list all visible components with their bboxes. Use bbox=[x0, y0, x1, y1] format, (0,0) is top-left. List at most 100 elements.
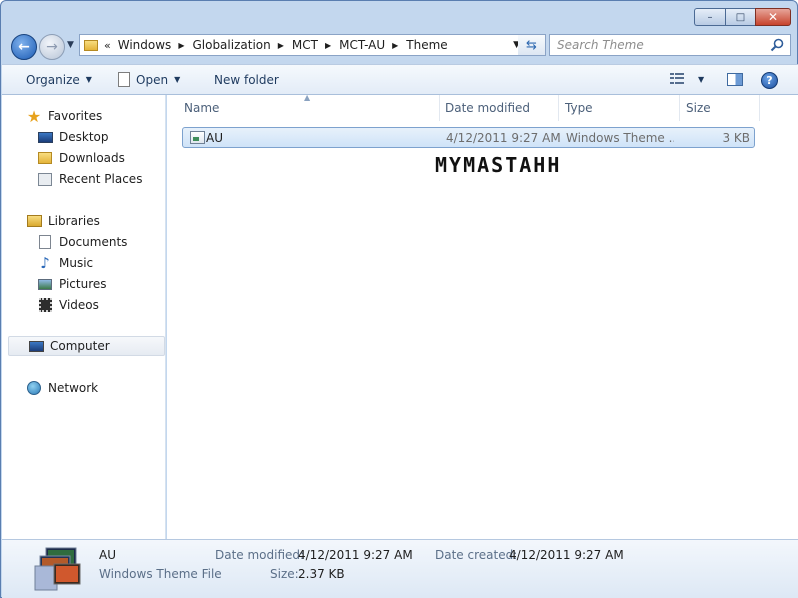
details-modified-value: 4/12/2011 9:27 AM bbox=[298, 548, 413, 562]
sidebar-item-libraries[interactable]: Libraries bbox=[26, 211, 100, 231]
sidebar-label: Network bbox=[48, 381, 99, 395]
sidebar-item-downloads[interactable]: Downloads bbox=[37, 148, 125, 168]
maximize-button[interactable]: □ bbox=[725, 8, 755, 26]
recent-places-icon bbox=[37, 171, 53, 187]
refresh-button[interactable]: ⇆ bbox=[518, 34, 546, 56]
details-size-value: 2.37 KB bbox=[298, 567, 345, 581]
navigation-pane: ★ Favorites Desktop Downloads Recent Pla… bbox=[2, 95, 166, 539]
column-header-size[interactable]: Size bbox=[680, 95, 760, 121]
document-icon bbox=[118, 72, 130, 87]
sidebar-label: Desktop bbox=[59, 130, 109, 144]
theme-thumbnail-icon bbox=[34, 547, 81, 591]
file-type: Windows Theme ... bbox=[566, 130, 674, 145]
sidebar-label: Recent Places bbox=[59, 172, 143, 186]
breadcrumb-arrow-icon[interactable]: ▶ bbox=[178, 41, 184, 50]
sidebar-item-recent-places[interactable]: Recent Places bbox=[37, 169, 142, 189]
breadcrumb-mct-au[interactable]: MCT-AU ▶ bbox=[339, 38, 406, 52]
organize-button[interactable]: Organize ▼ bbox=[26, 65, 92, 94]
column-header-type[interactable]: Type bbox=[559, 95, 680, 121]
details-file-kind: Windows Theme File bbox=[99, 567, 222, 581]
sidebar-item-computer[interactable]: Computer bbox=[8, 336, 165, 356]
chevron-down-icon: ▼ bbox=[85, 75, 92, 84]
details-pane: AU Windows Theme File Date modified: 4/1… bbox=[2, 539, 798, 598]
pictures-icon bbox=[37, 276, 53, 292]
file-size: 3 KB bbox=[722, 130, 750, 145]
breadcrumb-arrow-icon[interactable]: ▶ bbox=[278, 41, 284, 50]
sidebar-label: Documents bbox=[59, 235, 128, 249]
sidebar-item-favorites[interactable]: ★ Favorites bbox=[26, 106, 102, 126]
breadcrumb-globalization[interactable]: Globalization ▶ bbox=[192, 38, 291, 52]
minimize-button[interactable]: – bbox=[694, 8, 725, 26]
navigation-bar: ← → ▼ « Windows ▶ Globalization ▶ MCT ▶ MCT… bbox=[9, 31, 791, 63]
sidebar-item-music[interactable]: ♪ Music bbox=[37, 253, 93, 273]
details-created-value: 4/12/2011 9:27 AM bbox=[509, 548, 624, 562]
star-icon: ★ bbox=[26, 106, 42, 126]
breadcrumb-mct[interactable]: MCT ▶ bbox=[292, 38, 339, 52]
sidebar-label: Pictures bbox=[59, 277, 107, 291]
sidebar-label: Downloads bbox=[59, 151, 125, 165]
sidebar-item-videos[interactable]: Videos bbox=[37, 295, 99, 315]
back-button[interactable]: ← bbox=[11, 34, 37, 60]
arrow-left-icon: ← bbox=[18, 39, 30, 55]
file-list-pane: ▲ Name Date modified Type Size AU 4/12/2… bbox=[167, 93, 798, 539]
sidebar-item-desktop[interactable]: Desktop bbox=[37, 127, 109, 147]
breadcrumb-label: Theme bbox=[406, 38, 448, 52]
column-label: Name bbox=[184, 101, 220, 115]
theme-file-icon bbox=[190, 131, 205, 144]
file-date: 4/12/2011 9:27 AM bbox=[446, 130, 561, 145]
organize-label: Organize bbox=[26, 72, 80, 87]
folder-icon bbox=[84, 39, 98, 51]
arrow-right-icon: → bbox=[46, 39, 58, 55]
open-button[interactable]: Open ▼ bbox=[118, 65, 180, 94]
libraries-icon bbox=[26, 213, 42, 229]
open-label: Open bbox=[136, 72, 169, 87]
column-header-name[interactable]: Name bbox=[178, 95, 440, 121]
breadcrumb-theme[interactable]: Theme bbox=[406, 38, 447, 52]
details-size-label: Size: bbox=[270, 567, 299, 581]
search-icon[interactable] bbox=[770, 38, 784, 52]
column-header-date-modified[interactable]: Date modified bbox=[439, 95, 559, 121]
breadcrumb-arrow-icon[interactable]: ▶ bbox=[392, 41, 398, 50]
help-button[interactable]: ? bbox=[761, 72, 778, 89]
caption-buttons: – □ ✕ bbox=[694, 8, 791, 26]
hidden-locations-button[interactable]: « bbox=[104, 39, 111, 52]
file-row[interactable]: AU 4/12/2011 9:27 AM Windows Theme ... 3… bbox=[182, 127, 755, 148]
downloads-folder-icon bbox=[37, 150, 53, 166]
address-bar[interactable]: « Windows ▶ Globalization ▶ MCT ▶ MCT-AU ▶ T… bbox=[79, 34, 525, 56]
refresh-icon: ⇆ bbox=[526, 37, 537, 53]
breadcrumb-windows[interactable]: Windows ▶ bbox=[118, 38, 193, 52]
recent-pages-button[interactable]: ▼ bbox=[67, 40, 74, 50]
sidebar-label: Favorites bbox=[48, 109, 103, 123]
chevron-down-icon: ▼ bbox=[174, 75, 181, 84]
command-bar: Organize ▼ Open ▼ New folder ▼ ? bbox=[2, 64, 798, 95]
music-note-icon: ♪ bbox=[40, 254, 50, 272]
sidebar-label: Music bbox=[59, 256, 94, 270]
breadcrumb-arrow-icon[interactable]: ▶ bbox=[325, 41, 331, 50]
forward-button[interactable]: → bbox=[39, 34, 65, 60]
change-view-button[interactable]: ▼ bbox=[670, 73, 704, 85]
details-view-icon bbox=[670, 73, 684, 85]
close-button[interactable]: ✕ bbox=[755, 8, 791, 26]
desktop-icon bbox=[37, 129, 53, 145]
sidebar-label: Videos bbox=[59, 298, 99, 312]
sidebar-item-network[interactable]: Network bbox=[26, 378, 98, 398]
search-input[interactable] bbox=[557, 38, 762, 52]
chevron-down-icon: ▼ bbox=[67, 40, 74, 50]
sidebar-label: Libraries bbox=[48, 214, 100, 228]
column-label: Size bbox=[686, 101, 711, 115]
preview-pane-button[interactable] bbox=[727, 73, 743, 86]
film-icon bbox=[37, 297, 53, 313]
breadcrumb-label: Windows bbox=[117, 38, 172, 52]
documents-icon bbox=[37, 234, 53, 250]
breadcrumb-label: MCT bbox=[291, 38, 318, 52]
column-label: Date modified bbox=[445, 101, 531, 115]
watermark-text: MYMASTAHH bbox=[435, 153, 562, 177]
breadcrumb-label: MCT-AU bbox=[339, 38, 386, 52]
sidebar-label: Computer bbox=[50, 339, 110, 353]
sidebar-item-documents[interactable]: Documents bbox=[37, 232, 127, 252]
network-icon bbox=[26, 380, 42, 396]
new-folder-button[interactable]: New folder bbox=[214, 65, 279, 94]
sidebar-item-pictures[interactable]: Pictures bbox=[37, 274, 107, 294]
details-modified-label: Date modified: bbox=[215, 548, 305, 562]
explorer-window: – □ ✕ ← → ▼ « Windows ▶ Globalization ▶ MC… bbox=[0, 0, 798, 598]
